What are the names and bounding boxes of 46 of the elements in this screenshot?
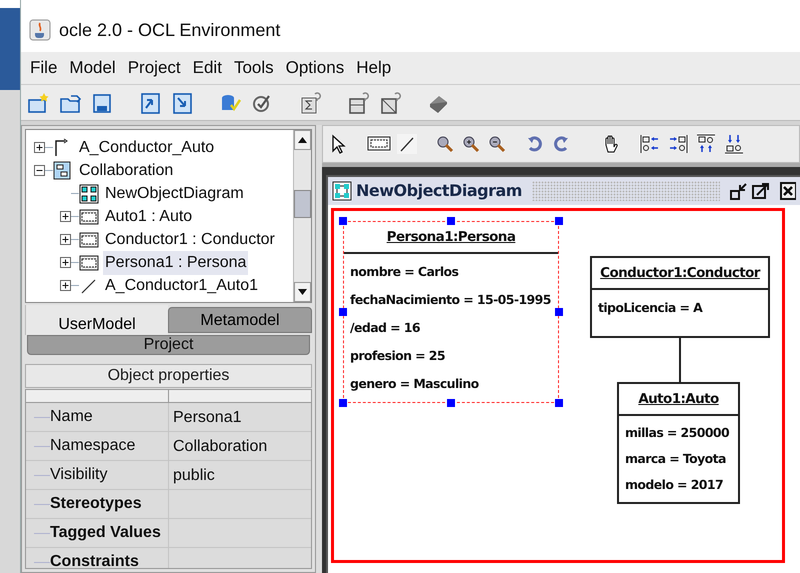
object-title: Persona1:Persona [386, 228, 516, 247]
tab[interactable]: UserModel [25, 305, 168, 335]
diagram-canvas[interactable]: Persona1:Persona nombre = Carlos fechaNacimiento = 15-05-1995 /edad = 16 profesion = 25 genero = Masculino Conductor1:Conductor tipoLicencia = A Auto1:Auto millas = 250000 marca = Toyota modelo = 2017 [331, 208, 785, 563]
attribute-text: tipoLicencia = A [598, 299, 704, 317]
attribute-text: profesion = 25 [350, 347, 446, 365]
tab[interactable]: Metamodel [168, 307, 312, 333]
tree-item[interactable]: Conductor1 : Conductor [103, 228, 277, 252]
attribute-text: nombre = Carlos [350, 263, 460, 281]
attribute-text: /edad = 16 [350, 319, 421, 337]
tree-item[interactable]: Persona1 : Persona [103, 250, 248, 274]
tree-item[interactable]: A_Conductor_Auto [77, 136, 216, 160]
object-box[interactable]: Persona1:Persona nombre = Carlos fechaNacimiento = 15-05-1995 /edad = 16 profesion = 25 genero = Masculino [343, 221, 559, 403]
attribute-text: modelo = 2017 [625, 476, 724, 494]
menu-item[interactable]: Options [282, 55, 348, 81]
property-value: Collaboration [173, 437, 268, 457]
menu-item[interactable]: File [27, 55, 60, 81]
property-name: Namespace [50, 436, 136, 456]
tree-item[interactable]: Collaboration [77, 158, 176, 182]
object-title: Auto1:Auto [638, 390, 719, 409]
tree-item[interactable]: Auto1 : Auto [103, 204, 194, 228]
attribute-text: marca = Toyota [625, 450, 727, 468]
frame-title: NewObjectDiagram [356, 180, 522, 202]
object-box[interactable]: Auto1:Auto millas = 250000 marca = Toyota modelo = 2017 [617, 382, 740, 504]
attribute-text: fechaNacimiento = 15-05-1995 [350, 291, 552, 309]
internal-frame-title-bar[interactable]: NewObjectDiagram [328, 177, 800, 205]
menu-item[interactable]: Tools [230, 55, 277, 81]
property-value: public [173, 466, 215, 486]
tree-item[interactable]: NewObjectDiagram [103, 182, 246, 206]
property-name: Constraints [50, 552, 139, 568]
property-value: Persona1 [173, 408, 242, 428]
menu-item[interactable]: Edit [190, 55, 225, 81]
menu-item[interactable]: Project [124, 55, 184, 81]
tree-item[interactable]: A_Conductor1_Auto1 [103, 274, 260, 298]
menu-item[interactable]: Help [353, 55, 394, 81]
object-box[interactable]: Conductor1:Conductor tipoLicencia = A [590, 256, 770, 338]
property-name: Stereotypes [50, 494, 142, 514]
object-title: Conductor1:Conductor [600, 264, 760, 283]
panel-header: Object properties [25, 364, 312, 388]
property-name: Tagged Values [50, 523, 161, 543]
attribute-text: genero = Masculino [350, 375, 480, 393]
window-title: ocle 2.0 - OCL Environment [59, 18, 280, 42]
property-name: Name [50, 407, 93, 427]
project-tab[interactable]: Project [27, 335, 310, 355]
menu-item[interactable]: Model [66, 55, 119, 81]
property-name: Visibility [50, 465, 108, 485]
attribute-text: millas = 250000 [625, 424, 730, 442]
